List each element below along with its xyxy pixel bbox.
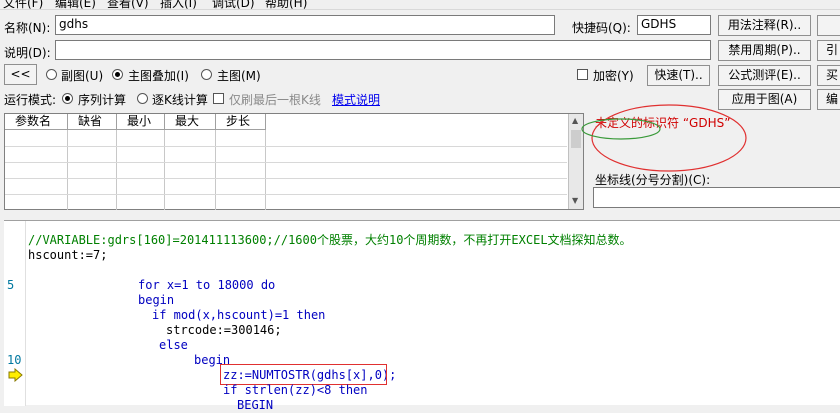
col-header-step[interactable]: 步长 — [216, 114, 266, 130]
radio-per-bar-label: 逐K线计算 — [152, 93, 208, 107]
coord-line-label: 坐标线(分号分割)(C): — [595, 173, 711, 187]
menu-insert[interactable]: 插入(I) — [160, 0, 197, 9]
radio-sub-chart[interactable] — [46, 69, 57, 80]
code-line: //VARIABLE:gdrs[160]=201411113600;//1600… — [28, 233, 632, 247]
code-line: if mod(x,hscount)=1 then — [152, 308, 326, 322]
side-button-1[interactable]: 引 — [817, 40, 840, 61]
shortcut-label: 快捷码(Q): — [572, 21, 631, 35]
menu-view[interactable]: 查看(V) — [107, 0, 149, 9]
code-line: hscount:=7; — [28, 248, 108, 262]
radio-sequence[interactable] — [62, 93, 73, 104]
shortcut-input[interactable]: GDHS — [637, 15, 711, 35]
radio-sequence-label: 序列计算 — [78, 93, 127, 107]
speed-button[interactable]: 快速(T).. — [647, 65, 710, 86]
code-editor[interactable]: 5 10 //VARIABLE:gdrs[160]=201411113600;/… — [4, 220, 840, 412]
col-header-max[interactable]: 最大 — [165, 114, 216, 130]
only-last-bar-label: 仅刷最后一根K线 — [229, 93, 321, 107]
radio-main-overlay-label: 主图叠加(I) — [128, 69, 189, 83]
menu-edit[interactable]: 编辑(E) — [55, 0, 96, 9]
code-line: if strlen(zz)<8 then — [223, 383, 368, 397]
desc-input[interactable] — [55, 40, 711, 60]
usage-note-button[interactable]: 用法注释(R).. — [718, 15, 811, 36]
menu-bar: 文件(F) 编辑(E) 查看(V) 插入(I) 调试(D) 帮助(H) — [0, 0, 840, 10]
name-label: 名称(N): — [4, 21, 51, 35]
params-table[interactable]: 参数名 缺省 最小 最大 步长 ▲ ▼ — [4, 113, 584, 210]
code-highlight-box — [220, 364, 387, 385]
code-line: else — [159, 338, 188, 352]
radio-per-bar[interactable] — [137, 93, 148, 104]
formula-test-button[interactable]: 公式测评(E).. — [718, 65, 811, 86]
radio-main-chart[interactable] — [201, 69, 212, 80]
menu-debug[interactable]: 调试(D) — [212, 0, 255, 9]
code-line: BEGIN — [237, 398, 274, 412]
side-button-2[interactable]: 买 — [817, 65, 840, 86]
disable-period-button[interactable]: 禁用周期(P).. — [718, 40, 811, 61]
radio-main-overlay[interactable] — [112, 69, 123, 80]
current-line-arrow-icon — [8, 368, 23, 382]
side-button-top[interactable] — [817, 15, 840, 36]
only-last-bar-checkbox — [213, 93, 224, 104]
line-number: 10 — [7, 353, 22, 367]
menu-file[interactable]: 文件(F) — [3, 0, 43, 9]
col-header-default[interactable]: 缺省 — [68, 114, 117, 130]
radio-main-chart-label: 主图(M) — [217, 69, 261, 83]
error-annotation-ellipses — [581, 104, 747, 172]
radio-sub-chart-label: 副图(U) — [61, 69, 104, 83]
desc-label: 说明(D): — [4, 46, 51, 60]
code-line: strcode:=300146; — [166, 323, 282, 337]
col-header-param-name[interactable]: 参数名 — [5, 114, 68, 130]
code-line: begin — [138, 293, 175, 307]
encrypt-checkbox[interactable] — [577, 69, 588, 80]
line-number: 5 — [7, 278, 15, 292]
run-mode-label: 运行模式: — [4, 93, 57, 107]
name-input[interactable]: gdhs — [55, 15, 555, 35]
code-line: for x=1 to 18000 do — [138, 278, 276, 292]
scroll-down-icon[interactable]: ▼ — [572, 196, 578, 205]
encrypt-label: 加密(Y) — [593, 69, 634, 83]
coord-line-input[interactable] — [593, 187, 840, 208]
back-button[interactable]: << — [4, 64, 37, 85]
menu-help[interactable]: 帮助(H) — [265, 0, 307, 9]
mode-help-link[interactable]: 模式说明 — [332, 91, 380, 108]
col-header-min[interactable]: 最小 — [117, 114, 165, 130]
side-button-3[interactable]: 编 — [817, 89, 840, 110]
